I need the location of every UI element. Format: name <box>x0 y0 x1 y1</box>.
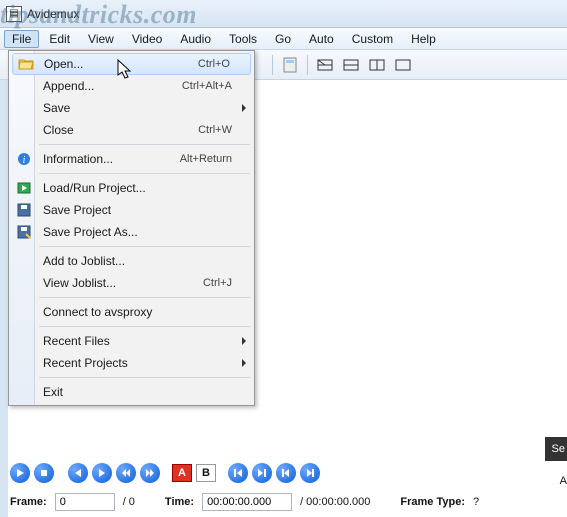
status-bar: Frame: / 0 Time: / 00:00:00.000 Frame Ty… <box>10 491 563 513</box>
menu-save[interactable]: Save <box>11 97 252 119</box>
playback-controls: A B <box>10 461 567 485</box>
menu-auto[interactable]: Auto <box>301 30 342 48</box>
menu-viewjob-label: View Joblist... <box>43 276 203 290</box>
submenu-arrow-icon <box>242 337 246 345</box>
goto-start-button[interactable] <box>228 463 248 483</box>
menu-audio[interactable]: Audio <box>172 30 219 48</box>
menu-recentproj-label: Recent Projects <box>43 356 232 370</box>
menu-save-project[interactable]: Save Project <box>11 199 252 221</box>
menu-append[interactable]: Append... Ctrl+Alt+A <box>11 75 252 97</box>
menu-saveprojas-label: Save Project As... <box>43 225 232 239</box>
goto-marker-b-button[interactable] <box>300 463 320 483</box>
menu-divider <box>39 326 250 327</box>
title-bar: ▤ Avidemux <box>0 0 567 28</box>
menu-exit-label: Exit <box>43 385 232 399</box>
menu-divider <box>39 144 250 145</box>
menu-help[interactable]: Help <box>403 30 444 48</box>
menu-recentfiles-label: Recent Files <box>43 334 232 348</box>
next-keyframe-button[interactable] <box>140 463 160 483</box>
set-marker-b-button[interactable]: B <box>196 464 216 482</box>
menu-edit[interactable]: Edit <box>41 30 78 48</box>
project-run-icon <box>16 180 32 196</box>
menu-recent-projects[interactable]: Recent Projects <box>11 352 252 374</box>
submenu-arrow-icon <box>242 359 246 367</box>
menu-avsproxy-label: Connect to avsproxy <box>43 305 232 319</box>
play-button[interactable] <box>10 463 30 483</box>
folder-open-icon <box>18 56 34 72</box>
selection-panel-fragment: Se <box>545 437 567 461</box>
menu-recent-files[interactable]: Recent Files <box>11 330 252 352</box>
menu-open[interactable]: Open... Ctrl+O <box>12 53 251 75</box>
next-frame-button[interactable] <box>92 463 112 483</box>
toolbar-layout1-button[interactable] <box>313 53 337 77</box>
window-title: Avidemux <box>27 7 79 21</box>
toolbar-separator <box>307 55 308 75</box>
frametype-label: Frame Type: <box>400 496 465 508</box>
menu-save-project-as[interactable]: Save Project As... <box>11 221 252 243</box>
menu-file[interactable]: File <box>4 30 39 48</box>
menu-save-label: Save <box>43 101 232 115</box>
menu-open-shortcut: Ctrl+O <box>198 58 230 70</box>
menu-video[interactable]: Video <box>124 30 170 48</box>
goto-marker-a-button[interactable] <box>276 463 296 483</box>
menu-divider <box>39 173 250 174</box>
save-as-icon <box>16 224 32 240</box>
menu-loadrun-label: Load/Run Project... <box>43 181 232 195</box>
menu-append-shortcut: Ctrl+Alt+A <box>182 80 232 92</box>
menu-view[interactable]: View <box>80 30 122 48</box>
svg-text:i: i <box>23 155 26 166</box>
menu-append-label: Append... <box>43 79 182 93</box>
menu-go[interactable]: Go <box>267 30 299 48</box>
menu-open-label: Open... <box>44 57 198 71</box>
file-dropdown-menu: Open... Ctrl+O Append... Ctrl+Alt+A Save… <box>8 50 255 406</box>
menu-exit[interactable]: Exit <box>11 381 252 403</box>
prev-frame-button[interactable] <box>68 463 88 483</box>
menu-saveproj-label: Save Project <box>43 203 232 217</box>
frametype-value: ? <box>473 496 479 508</box>
time-total: / 00:00:00.000 <box>300 496 370 508</box>
menu-divider <box>39 377 250 378</box>
save-icon <box>16 202 32 218</box>
stop-button[interactable] <box>34 463 54 483</box>
time-label: Time: <box>165 496 194 508</box>
app-icon: ▤ <box>6 6 22 22</box>
menu-tools[interactable]: Tools <box>221 30 265 48</box>
goto-end-button[interactable] <box>252 463 272 483</box>
menu-addjob-label: Add to Joblist... <box>43 254 232 268</box>
toolbar-separator <box>272 55 273 75</box>
set-marker-a-button[interactable]: A <box>172 464 192 482</box>
menu-information[interactable]: i Information... Alt+Return <box>11 148 252 170</box>
menu-information-shortcut: Alt+Return <box>180 153 232 165</box>
menu-divider <box>39 246 250 247</box>
frame-input[interactable] <box>55 493 115 511</box>
menu-add-joblist[interactable]: Add to Joblist... <box>11 250 252 272</box>
menu-custom[interactable]: Custom <box>344 30 401 48</box>
frame-label: Frame: <box>10 496 47 508</box>
menu-divider <box>39 297 250 298</box>
menu-information-label: Information... <box>43 152 180 166</box>
prev-keyframe-button[interactable] <box>116 463 136 483</box>
info-icon: i <box>16 151 32 167</box>
menu-view-joblist[interactable]: View Joblist... Ctrl+J <box>11 272 252 294</box>
menu-avsproxy[interactable]: Connect to avsproxy <box>11 301 252 323</box>
menu-loadrun-project[interactable]: Load/Run Project... <box>11 177 252 199</box>
toolbar-layout4-button[interactable] <box>391 53 415 77</box>
menu-bar: File Edit View Video Audio Tools Go Auto… <box>0 28 567 50</box>
submenu-arrow-icon <box>242 104 246 112</box>
toolbar-layout2-button[interactable] <box>339 53 363 77</box>
menu-close-label: Close <box>43 123 198 137</box>
toolbar-layout3-button[interactable] <box>365 53 389 77</box>
menu-close-shortcut: Ctrl+W <box>198 124 232 136</box>
toolbar-calc-button[interactable] <box>278 53 302 77</box>
menu-viewjob-shortcut: Ctrl+J <box>203 277 232 289</box>
menu-close[interactable]: Close Ctrl+W <box>11 119 252 141</box>
frame-total: / 0 <box>123 496 135 508</box>
time-input[interactable] <box>202 493 292 511</box>
